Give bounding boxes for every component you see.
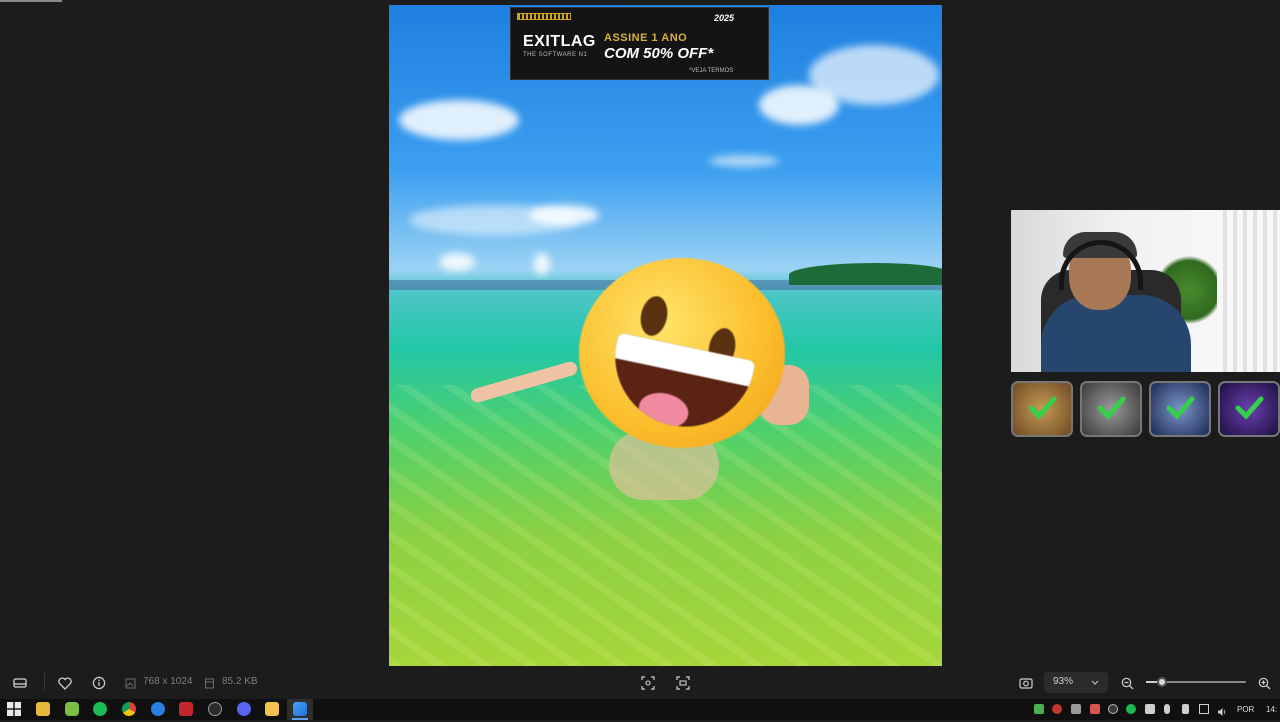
zoom-level-value: 93% [1053, 676, 1074, 687]
nvidia-tray-icon[interactable] [1034, 704, 1044, 714]
steam-tray-icon[interactable] [1108, 704, 1118, 714]
news-app-icon[interactable] [179, 702, 193, 716]
emoji-tongue [635, 388, 692, 433]
ad-tagline: THE SOFTWARE N1 [523, 52, 588, 58]
webcam-feed [1011, 210, 1280, 372]
actual-size-button[interactable] [675, 675, 691, 691]
filmstrip-icon [13, 678, 27, 688]
clock[interactable]: 14: [1266, 705, 1277, 714]
battery-icon[interactable] [1182, 704, 1189, 714]
cloud [399, 100, 519, 140]
image-dimensions: 768 x 1024 [143, 676, 193, 687]
achievement-badge-lightning [1149, 381, 1211, 437]
zoom-out-button[interactable] [1119, 675, 1135, 691]
checkmark-icon [1166, 396, 1195, 420]
zoom-in-button[interactable] [1256, 675, 1272, 691]
file-size-icon [202, 675, 216, 691]
file-explorer-icon[interactable] [36, 702, 50, 716]
microphone-icon[interactable] [1164, 704, 1170, 714]
zoom-out-icon [1121, 677, 1133, 689]
emoji-left-eye [637, 293, 671, 339]
filmstrip-toggle-button[interactable] [12, 675, 28, 691]
keyboard-tray-icon[interactable] [1145, 704, 1155, 714]
checkmark-icon [1028, 396, 1057, 420]
info-icon [92, 676, 106, 690]
fit-to-window-button[interactable] [640, 675, 656, 691]
steam-icon[interactable] [208, 702, 222, 716]
fit-screen-icon [641, 676, 655, 690]
ad-offer-line2: COM 50% OFF* [604, 45, 714, 62]
zoom-in-icon [1258, 677, 1270, 689]
window-tab-indicator [0, 0, 62, 2]
actual-size-icon [676, 676, 690, 690]
folder-icon[interactable] [265, 702, 279, 716]
spotify-tray-icon[interactable] [1126, 704, 1136, 714]
file-info-button[interactable] [91, 675, 107, 691]
network-tray-icon[interactable] [1071, 704, 1081, 714]
achievement-badge-cracked-earth [1011, 381, 1073, 437]
ad-year: 2025 [714, 13, 735, 23]
ad-decoration [517, 13, 571, 20]
island [789, 263, 942, 285]
ad-brand-logo: EXITLAG [523, 33, 596, 50]
cloud [439, 253, 475, 271]
photos-app-icon[interactable] [293, 702, 307, 716]
volume-icon[interactable] [1217, 704, 1227, 716]
display-tray-icon[interactable] [1199, 704, 1209, 714]
achievement-badge-galaxy [1218, 381, 1280, 437]
chevron-down-icon [1089, 675, 1101, 691]
game-tray-icon[interactable] [1052, 704, 1062, 714]
checkmark-icon [1235, 396, 1264, 420]
screenshot-button[interactable] [1018, 675, 1034, 691]
ad-offer-line1: ASSINE 1 ANO [604, 32, 688, 44]
cloud [709, 155, 779, 167]
keyboard-language[interactable]: POR [1237, 705, 1254, 714]
smiley-emoji-censor [579, 258, 785, 448]
camera-icon [1019, 678, 1033, 689]
discord-icon[interactable] [237, 702, 251, 716]
dimensions-icon [123, 675, 137, 691]
cloud [534, 253, 550, 275]
photo-canvas[interactable] [389, 5, 942, 666]
favorite-button[interactable] [57, 675, 73, 691]
android-app-icon[interactable] [65, 702, 79, 716]
media-player-icon[interactable] [151, 702, 165, 716]
exitlag-ad-banner[interactable]: 2025 EXITLAG THE SOFTWARE N1 ASSINE 1 AN… [510, 7, 769, 80]
windows-start-icon[interactable] [7, 702, 21, 716]
spotify-icon[interactable] [93, 702, 107, 716]
zoom-slider-thumb[interactable] [1157, 677, 1167, 687]
achievement-badge-storm [1080, 381, 1142, 437]
toolbar-divider [44, 673, 45, 691]
webcam-person-body [1041, 295, 1191, 372]
chrome-icon[interactable] [122, 702, 136, 716]
ad-terms: *VEJA TERMOS [689, 68, 734, 74]
cloud [809, 45, 939, 105]
app-tray-icon[interactable] [1090, 704, 1100, 714]
checkmark-icon [1097, 396, 1126, 420]
file-size: 85.2 KB [222, 676, 258, 687]
cloud [529, 205, 599, 225]
heart-icon [58, 676, 72, 690]
webcam-curtain [1217, 210, 1280, 372]
